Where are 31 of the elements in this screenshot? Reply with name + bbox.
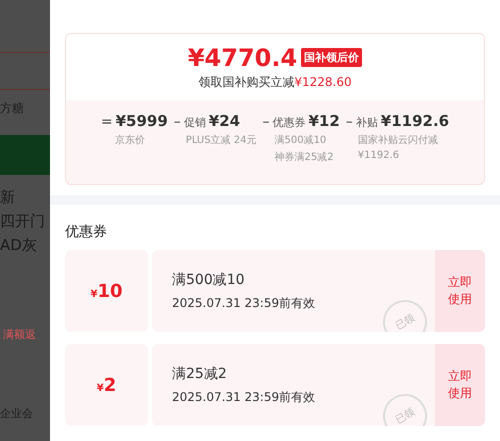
- breakdown-label: 优惠券: [272, 115, 306, 130]
- breakdown-note: 神券满25减2: [273, 150, 335, 164]
- promo-tag: 满额返: [3, 327, 50, 342]
- breakdown-label: 促销: [184, 115, 206, 130]
- breakdown-note: ¥1192.6: [356, 150, 400, 161]
- operator-sign: =: [100, 114, 113, 130]
- operator-sign: –: [346, 114, 353, 130]
- use-now-button[interactable]: 立即使用: [435, 344, 485, 426]
- breakdown-note: PLUS立减 24元: [184, 134, 256, 147]
- final-price: ¥4770.4: [188, 44, 298, 72]
- use-now-button[interactable]: 立即使用: [435, 250, 485, 332]
- section-title: 优惠券: [65, 223, 108, 241]
- breakdown-note: 国家补贴云闪付减: [356, 134, 439, 147]
- breakdown-amount: ¥5999: [116, 112, 168, 130]
- operator-sign: –: [262, 114, 270, 130]
- breakdown-note: 京东价: [114, 134, 146, 147]
- breakdown-amount: ¥24: [208, 112, 240, 130]
- coupon-amount: ¥2: [96, 374, 116, 396]
- breakdown-note: 满500减10: [273, 134, 328, 147]
- coupon-validity: 2025.07.31 23:59前有效: [172, 294, 316, 312]
- subsidy-text: 领取国补购买立减¥1228.60: [198, 74, 352, 90]
- breakdown-amount: ¥1192.6: [380, 112, 450, 130]
- coupon-title: 满500减10: [172, 270, 246, 288]
- price-badge: 国补领后价: [301, 48, 362, 67]
- coupon-amount: ¥10: [90, 280, 123, 302]
- coupon-validity: 2025.07.31 23:59前有效: [172, 388, 316, 406]
- breakdown-label: 补贴: [356, 115, 378, 130]
- coupon-title: 满25减2: [172, 364, 228, 382]
- banner: [0, 135, 50, 175]
- operator-sign: –: [174, 114, 181, 130]
- breakdown-amount: ¥12: [308, 112, 340, 130]
